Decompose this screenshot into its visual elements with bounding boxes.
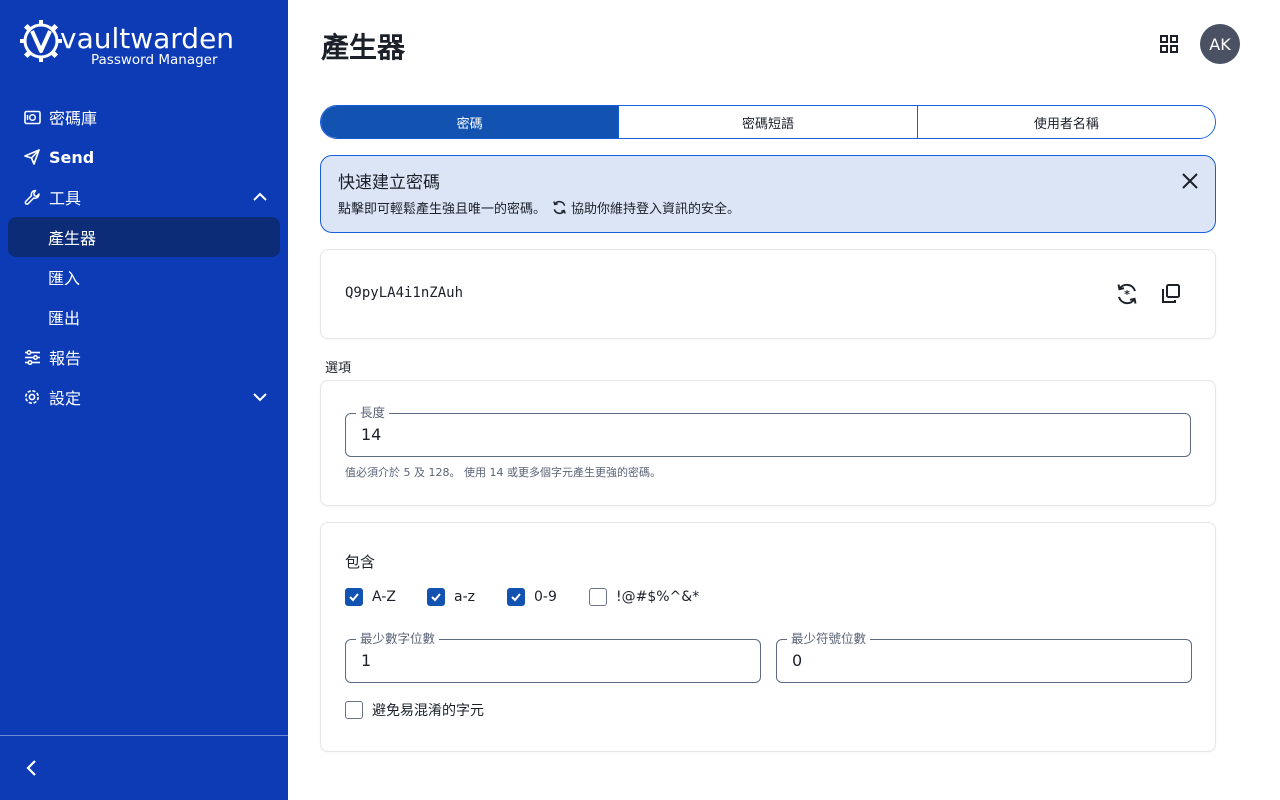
min-special-label: 最少符號位數 [787, 631, 871, 647]
checkbox-box[interactable] [345, 588, 363, 606]
product-switcher-icon[interactable] [1158, 33, 1180, 55]
include-title: 包含 [345, 553, 376, 571]
min-numbers-label: 最少數字位數 [356, 631, 440, 647]
length-card: 長度 值必須介於 5 及 128。 使用 14 或更多個字元產生更強的密碼。 [320, 380, 1216, 506]
close-icon[interactable] [1181, 172, 1199, 190]
sidebar-item-settings[interactable]: 設定 [0, 377, 288, 417]
sidebar-item-reports[interactable]: 報告 [0, 337, 288, 377]
vault-icon [23, 108, 41, 126]
generated-password: Q9pyLA4i1nZAuh [345, 285, 464, 301]
sidebar-item-label: 設定 [49, 389, 82, 408]
checkbox-label: 0-9 [534, 589, 557, 605]
wrench-icon [23, 188, 41, 206]
tab-passphrase[interactable]: 密碼短語 [619, 106, 918, 138]
check-icon [349, 593, 359, 602]
sidebar-item-label: Send [49, 147, 95, 167]
sidebar-item-label: 密碼庫 [49, 109, 98, 128]
checkbox-box[interactable] [427, 588, 445, 606]
checkbox-label: !@#$%^&* [616, 589, 700, 605]
brand-subtitle: Password Manager [91, 52, 218, 68]
checkbox-label: a-z [454, 589, 475, 605]
checkbox-special[interactable]: !@#$%^&* [589, 588, 699, 606]
min-numbers-field: 最少數字位數 [345, 631, 761, 683]
sidebar-item-import[interactable]: 匯入 [0, 257, 288, 297]
sidebar-item-send[interactable]: Send [0, 137, 288, 177]
generator-type-tabs: 密碼 密碼短語 使用者名稱 [320, 105, 1216, 139]
callout-title: 快速建立密碼 [338, 173, 440, 193]
check-icon [511, 593, 521, 602]
check-icon [431, 593, 441, 602]
brand-logo[interactable]: vaultwarden Password Manager [20, 20, 240, 70]
tab-password[interactable]: 密碼 [321, 106, 620, 138]
chevron-up-icon [253, 192, 267, 201]
info-callout: 快速建立密碼 點擊即可輕鬆產生強且唯一的密碼。 協助你維持登入資訊的安全。 [320, 155, 1216, 233]
checkbox-lowercase[interactable]: a-z [427, 588, 475, 606]
copy-password-icon[interactable] [1159, 282, 1183, 306]
checkbox-box[interactable] [507, 588, 525, 606]
tab-username[interactable]: 使用者名稱 [917, 106, 1215, 138]
checkbox-box[interactable] [345, 701, 363, 719]
min-special-input[interactable] [792, 651, 1165, 670]
callout-text: 點擊即可輕鬆產生強且唯一的密碼。 協助你維持登入資訊的安全。 [338, 198, 740, 217]
avatar[interactable]: AK [1200, 24, 1240, 64]
gear-icon [23, 388, 41, 406]
callout-text-after: 協助你維持登入資訊的安全。 [571, 202, 741, 217]
length-field: 長度 [345, 405, 1191, 457]
gear-v-logo-icon [20, 20, 62, 62]
checkbox-box[interactable] [589, 588, 607, 606]
sliders-icon [23, 348, 41, 366]
chevron-down-icon [253, 393, 267, 402]
sidebar: vaultwarden Password Manager 密碼庫 Send 工具… [0, 0, 288, 800]
sidebar-nav: 密碼庫 Send 工具 產生器 匯入 匯出 報告 設定 [0, 97, 288, 417]
brand-name: vaultwarden [60, 22, 235, 55]
checkbox-label: A-Z [372, 589, 396, 605]
sidebar-item-tools[interactable]: 工具 [0, 177, 288, 217]
sidebar-item-label: 工具 [49, 189, 82, 208]
checkbox-uppercase[interactable]: A-Z [345, 588, 396, 606]
sidebar-item-export[interactable]: 匯出 [0, 297, 288, 337]
sidebar-item-generator[interactable]: 產生器 [8, 217, 280, 257]
callout-text-before: 點擊即可輕鬆產生強且唯一的密碼。 [338, 202, 547, 217]
collapse-sidebar-icon[interactable] [22, 758, 42, 778]
min-numbers-input[interactable] [361, 651, 734, 670]
sidebar-footer [0, 735, 288, 800]
generated-password-card: Q9pyLA4i1nZAuh * [320, 249, 1216, 339]
include-card: 包含 A-Z a-z 0-9 !@#$%^&* 最少數字位數 最少符號位數 避免… [320, 522, 1216, 752]
length-hint: 值必須介於 5 及 128。 使用 14 或更多個字元產生更強的密碼。 [345, 466, 661, 479]
sidebar-item-label: 匯入 [48, 269, 81, 288]
svg-text:*: * [1124, 288, 1130, 301]
regenerate-password-icon[interactable]: * [1115, 282, 1139, 306]
regenerate-icon [553, 200, 566, 215]
sidebar-item-vault[interactable]: 密碼庫 [0, 97, 288, 137]
sidebar-item-label: 報告 [49, 349, 82, 368]
send-icon [23, 148, 41, 166]
sidebar-item-label: 匯出 [48, 309, 81, 328]
page-title: 產生器 [321, 31, 406, 64]
checkbox-numbers[interactable]: 0-9 [507, 588, 557, 606]
length-label: 長度 [356, 405, 390, 421]
checkbox-avoid-ambiguous[interactable]: 避免易混淆的字元 [345, 700, 484, 720]
sidebar-item-label: 產生器 [48, 229, 97, 248]
options-section-label: 選項 [325, 361, 352, 376]
checkbox-label: 避免易混淆的字元 [372, 703, 484, 719]
min-special-field: 最少符號位數 [776, 631, 1192, 683]
length-input[interactable] [361, 425, 1121, 444]
